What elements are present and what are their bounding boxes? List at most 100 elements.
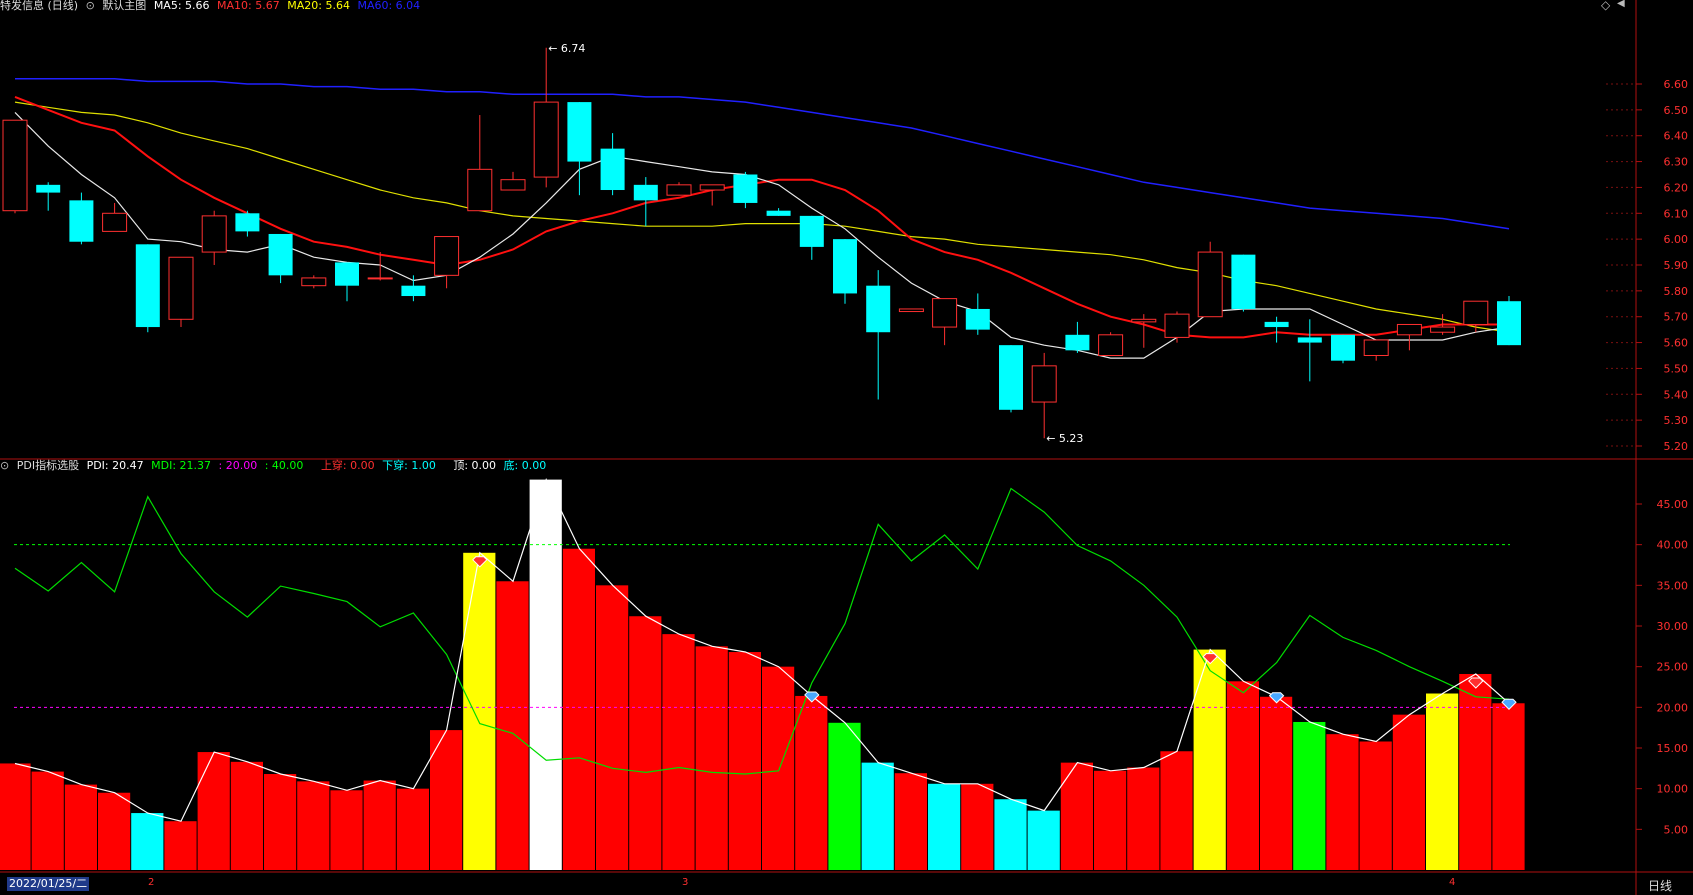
pdi-bar [64, 784, 97, 870]
template-selector-icon[interactable]: ⊙ [86, 0, 95, 12]
month-marker-apr: 4 [1449, 877, 1456, 888]
pdi-bar [894, 773, 927, 870]
candle-body-up [1363, 339, 1389, 357]
candle-body-down [36, 184, 61, 193]
pdi-bar [496, 581, 529, 870]
indicator-tick-label: 30.00 [1657, 620, 1689, 633]
candle-body-up [1463, 300, 1489, 325]
price-tick-label: 5.80 [1664, 285, 1689, 298]
price-tick-label: 6.10 [1664, 207, 1689, 220]
indicator-tick-label: 45.00 [1657, 498, 1689, 511]
indicator-tick-label: 40.00 [1657, 539, 1689, 552]
candle-body-up [2, 119, 28, 212]
low-price-label: ← 5.23 [1046, 432, 1083, 445]
price-tick-label: 6.60 [1664, 78, 1689, 91]
candle-body-down [633, 184, 658, 201]
price-tick-label: 6.30 [1664, 156, 1689, 169]
pdi-bar [396, 788, 429, 870]
pdi-bar [1193, 649, 1226, 870]
cross-up-value: 上穿: 0.00 [320, 459, 375, 472]
indicator-selector-icon[interactable]: ⊙ [0, 459, 9, 472]
main-chart-header: 特发信息 (日线) ⊙ 默认主图 MA5: 5.66 MA10: 5.67 MA… [0, 0, 424, 13]
candle-body-up [201, 215, 227, 253]
pdi-bar [795, 695, 828, 870]
candle-body-down [799, 215, 824, 247]
ma10-value: MA10: 5.67 [217, 0, 280, 12]
candle-body-up [1131, 318, 1157, 323]
template-name[interactable]: 默认主图 [102, 0, 146, 12]
pdi-bar [1492, 703, 1525, 870]
ma5-line [14, 111, 1510, 359]
indicator-tick-label: 5.00 [1664, 823, 1689, 836]
pdi-bar [928, 783, 961, 870]
price-tick-label: 5.60 [1664, 337, 1689, 350]
indicator-name[interactable]: PDI指标选股 [17, 459, 79, 472]
pdi-bar [1359, 741, 1392, 870]
pdi-bar [562, 548, 595, 870]
candle-body-down [69, 200, 94, 242]
candle-body-up [932, 298, 958, 328]
pdi-bar [1260, 696, 1293, 870]
candle-body-up [434, 236, 460, 276]
pdi-bar [1160, 751, 1193, 870]
candle-body-up [533, 101, 559, 178]
window-diamond-icon[interactable]: ◇ [1601, 0, 1610, 12]
month-marker-mar: 3 [682, 877, 689, 888]
indicator-tick-label: 20.00 [1657, 701, 1689, 714]
candle-body-up [666, 184, 692, 196]
candle-body-down [965, 308, 990, 330]
window-arrow-icon[interactable]: ◀ [1617, 0, 1625, 9]
pdi-bar [961, 783, 994, 870]
indicator-header: ⊙ PDI指标选股 PDI: 20.47 MDI: 21.37 : 20.00 … [0, 459, 550, 473]
candle-body-up [1197, 251, 1223, 318]
level20-value: : 20.00 [218, 459, 258, 472]
pdi-bar [230, 761, 263, 870]
candle-body-up [367, 277, 393, 280]
price-tick-label: 5.50 [1664, 362, 1689, 375]
pdi-bar [0, 763, 31, 870]
pdi-bar [695, 646, 728, 870]
price-tick-label: 5.20 [1664, 440, 1689, 453]
pdi-bar [1392, 714, 1425, 870]
price-tick-label: 6.50 [1664, 104, 1689, 117]
candle-body-up [168, 256, 194, 320]
pdi-bar [330, 790, 363, 870]
price-tick-label: 5.70 [1664, 311, 1689, 324]
candle-body-down [600, 148, 625, 191]
candle-body-down [1231, 254, 1256, 309]
indicator-tick-label: 25.00 [1657, 661, 1689, 674]
period-button[interactable]: 日线 [1648, 877, 1672, 894]
pdi-bar [1027, 810, 1060, 870]
ma20-value: MA20: 5.64 [287, 0, 350, 12]
candle-body-down [1065, 334, 1090, 351]
kline-chart[interactable]: 5.20 5.30 5.40 5.50 5.60 5.70 5.80 5.90 6.00 6.10… [0, 0, 1693, 895]
pdi-bar [662, 634, 695, 870]
pdi-bar [363, 780, 396, 870]
top-value: 顶: 0.00 [453, 459, 497, 472]
candle-body-up [699, 184, 725, 191]
pdi-bar [861, 762, 894, 870]
candle-body-up [467, 168, 493, 212]
pdi-bar [728, 652, 761, 870]
candle-body-down [235, 213, 260, 232]
candle-body-up [102, 212, 128, 232]
pdi-bar [1094, 770, 1127, 870]
ma60-line [15, 78, 1510, 230]
pdi-bar [297, 781, 330, 870]
pdi-bar [762, 666, 795, 870]
pdi-bar [994, 799, 1027, 870]
candle-body-down [135, 244, 160, 328]
price-tick-label: 6.00 [1664, 233, 1689, 246]
pdi-value: PDI: 20.47 [86, 459, 144, 472]
pdi-bar [596, 585, 629, 870]
price-tick-label: 5.30 [1664, 414, 1689, 427]
pdi-bar [164, 821, 197, 870]
candle-body-down [335, 262, 359, 286]
pdi-bar [1127, 767, 1160, 870]
date-cursor-label: 2022/01/25/二 [7, 877, 90, 891]
candle-body-down [733, 174, 758, 203]
candle-body-down [401, 285, 426, 297]
pdi-bar [1226, 681, 1259, 870]
stock-title[interactable]: 特发信息 (日线) [0, 0, 78, 12]
bottom-value: 底: 0.00 [503, 459, 547, 472]
